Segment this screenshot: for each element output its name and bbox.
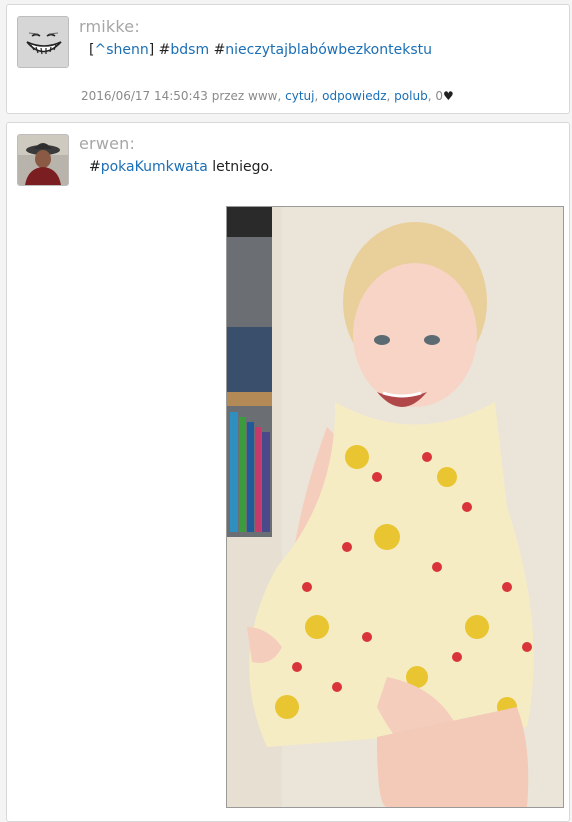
avatar[interactable] [17, 134, 69, 186]
timestamp: 2016/06/17 14:50:43 [81, 89, 208, 103]
likes-count: 0 [435, 89, 443, 103]
separator: , [386, 89, 391, 103]
reply-link[interactable]: odpowiedz [322, 89, 386, 103]
grin-face-icon [18, 17, 68, 67]
post-entry: rmikke: [^shenn] #bdsm #nieczytajblabówb… [6, 4, 570, 114]
author-name[interactable]: erwen: [79, 134, 135, 153]
post-text: letniego. [207, 159, 274, 175]
quote-link[interactable]: cytuj [285, 89, 314, 103]
hash-symbol: # [89, 159, 101, 175]
post-content: [^shenn] #bdsm #nieczytajblabówbezkontek… [89, 42, 432, 58]
post-entry: erwen: #pokaKumkwata letniego. [6, 122, 570, 822]
hash-symbol: # [213, 42, 226, 58]
mention-link[interactable]: ^shenn [94, 42, 148, 58]
like-link[interactable]: polub [394, 89, 428, 103]
post-content: #pokaKumkwata letniego. [89, 159, 273, 175]
via-text: przez www, [211, 89, 282, 103]
author-name[interactable]: rmikke: [79, 17, 140, 36]
child-photo [227, 207, 563, 807]
heart-icon: ♥ [442, 89, 454, 103]
post-meta: 2016/06/17 14:50:43 przez www, cytuj, od… [81, 89, 454, 103]
person-hat-photo [18, 135, 68, 185]
attached-photo[interactable] [226, 206, 564, 808]
tag-link-pokakumkwata[interactable]: pokaKumkwata [101, 159, 208, 175]
separator: , [427, 89, 432, 103]
separator: , [314, 89, 319, 103]
hash-symbol: # [158, 42, 171, 58]
tag-link-bdsm[interactable]: bdsm [170, 42, 209, 58]
tag-link-nieczytaj[interactable]: nieczytajblabówbezkontekstu [225, 42, 432, 58]
avatar[interactable] [17, 16, 69, 68]
bracket-close: ] [148, 42, 155, 58]
